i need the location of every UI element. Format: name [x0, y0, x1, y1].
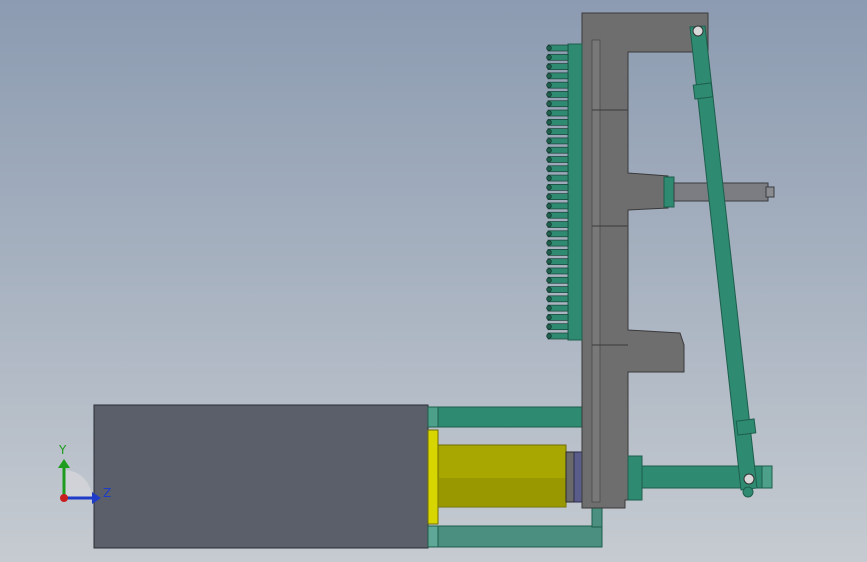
cad-viewport[interactable]: Y Z — [0, 0, 867, 562]
nozzle-manifold[interactable] — [567, 43, 583, 341]
nozzle-tip — [546, 305, 552, 311]
link-joint-lower[interactable] — [735, 418, 757, 436]
nozzle-tip — [546, 212, 552, 218]
nozzle-tip — [546, 119, 552, 126]
nozzle-tip — [546, 91, 552, 98]
nozzle-tip — [546, 203, 552, 209]
pivot-pin-lower-end[interactable] — [742, 486, 754, 498]
link-joint-upper[interactable] — [692, 82, 714, 100]
triad-plane-arc — [64, 470, 92, 498]
triad-z-label: Z — [103, 486, 112, 500]
lower-link-end[interactable] — [761, 465, 773, 489]
nozzle-tip — [546, 184, 552, 191]
nozzle-tip — [546, 286, 552, 293]
nozzle-tip — [546, 240, 552, 246]
nozzle-tip — [546, 221, 552, 228]
nozzle-array[interactable] — [546, 44, 569, 340]
nozzle-tip — [546, 249, 552, 256]
nozzle-tip — [546, 175, 552, 181]
nozzle-tip — [546, 110, 552, 116]
nozzle-tip — [546, 54, 552, 60]
nozzle-tip — [546, 193, 552, 200]
mounting-plate[interactable] — [581, 12, 709, 509]
nozzle-tip — [546, 63, 552, 70]
pivot-pin-top[interactable] — [692, 25, 704, 37]
nozzle-tip — [546, 324, 552, 330]
nozzle-tip — [546, 231, 552, 237]
nozzle-tip — [546, 258, 552, 265]
nozzle-tip — [546, 333, 552, 339]
nozzle-tip — [546, 128, 552, 135]
actuator-rod-tip[interactable] — [765, 186, 775, 198]
nozzle-tip — [546, 296, 552, 302]
upper-rail-end-cap[interactable] — [427, 406, 439, 428]
nozzle-tip — [546, 268, 552, 274]
cad-model-view[interactable] — [0, 0, 867, 562]
upper-frame-rail[interactable] — [427, 406, 603, 428]
triad-y-label: Y — [59, 443, 67, 457]
nozzle-tip — [546, 138, 552, 144]
nozzle-tip — [546, 147, 552, 153]
nozzle-tip — [546, 166, 552, 172]
triad-origin — [60, 494, 68, 502]
motor-housing[interactable] — [93, 404, 429, 549]
nozzle-tip — [546, 45, 552, 51]
nozzle-tip — [546, 101, 552, 107]
nozzle-tip — [546, 82, 552, 88]
triad-y-arrow — [58, 459, 70, 468]
lower-link-block[interactable] — [627, 455, 643, 501]
nozzle-tip — [546, 277, 552, 283]
spindle-shading — [438, 478, 566, 507]
nozzle-tip — [546, 314, 552, 321]
nozzle-tip — [546, 156, 552, 163]
lower-frame-rail[interactable] — [427, 525, 603, 548]
plate-inner-strip — [591, 39, 601, 503]
cylinder-flange[interactable] — [427, 429, 439, 525]
lower-rail-end-cap[interactable] — [427, 525, 439, 548]
pivot-pin-bottom[interactable] — [743, 473, 755, 485]
actuator-mount[interactable] — [663, 176, 675, 208]
nozzle-tip — [546, 73, 552, 79]
